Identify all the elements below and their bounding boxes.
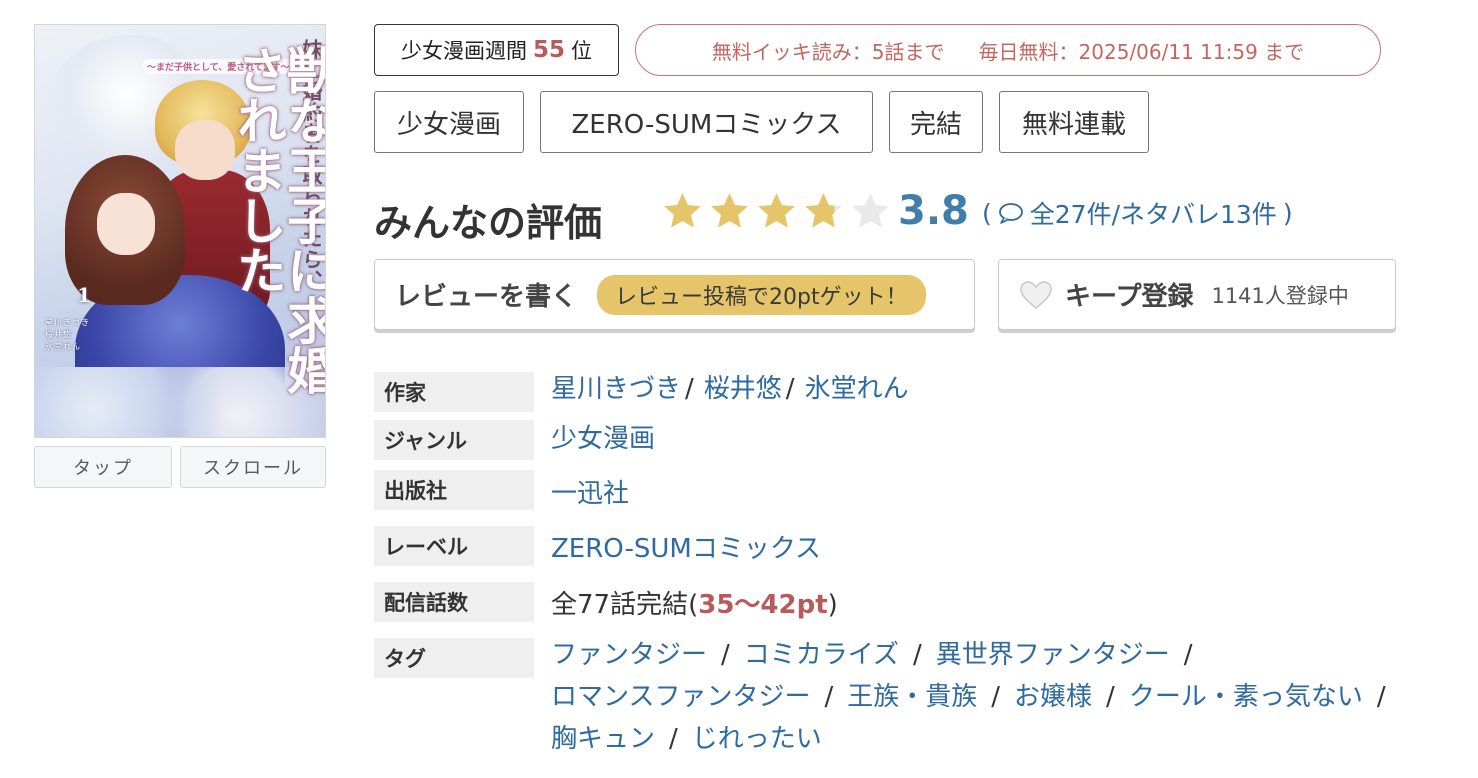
publisher-label: 出版社 xyxy=(374,470,534,510)
daily-free-text: 毎日無料：2025/06/11 11:59 まで xyxy=(978,39,1305,64)
free-reading-banner: 無料イッキ読み：5話まで 毎日無料：2025/06/11 11:59 まで xyxy=(635,24,1381,76)
tap-view-button[interactable]: タップ xyxy=(34,446,172,488)
reviews-paren-open: ( xyxy=(982,198,992,228)
tag-link[interactable]: 胸キュン xyxy=(551,724,655,754)
tag-link[interactable]: ファンタジー xyxy=(551,640,707,670)
cover-prince-face xyxy=(175,120,235,180)
tag-free-serial[interactable]: 無料連載 xyxy=(999,91,1149,153)
genre-label: ジャンル xyxy=(374,420,534,460)
keep-button[interactable]: キープ登録 1141人登録中 xyxy=(998,259,1396,330)
tag-link[interactable]: クール・素っ気ない xyxy=(1129,682,1363,712)
weekly-rank-badge[interactable]: 少女漫画週間 55 位 xyxy=(374,24,619,76)
cover-credit: 星川きづき xyxy=(45,318,90,327)
tag-separator: / xyxy=(1106,682,1115,712)
book-cover-image[interactable]: 〜まだ子供として、愛されてます〜 妹に婚約者を取られたら、 獣な王子に求婚されま… xyxy=(34,24,326,438)
write-review-button[interactable]: レビューを書く レビュー投稿で20ptゲット！ xyxy=(374,259,975,330)
tag-separator: / xyxy=(824,682,834,712)
cover-credits: 星川きづき 桜井悠 氷堂れん xyxy=(45,317,90,353)
episodes-value: 全77話完結(35〜42pt) xyxy=(551,584,838,621)
speech-bubble-icon xyxy=(998,203,1023,224)
tag-link[interactable]: お嬢様 xyxy=(1014,682,1092,712)
page: 〜まだ子供として、愛されてます〜 妹に婚約者を取られたら、 獣な王子に求婚されま… xyxy=(0,0,1478,778)
tags-row-3: 胸キュン / じれったい xyxy=(551,718,822,755)
star-icon xyxy=(758,193,795,228)
genre-link[interactable]: 少女漫画 xyxy=(551,418,655,455)
star-empty-icon xyxy=(852,193,889,228)
heart-icon xyxy=(1020,280,1052,309)
free-binge-text: 無料イッキ読み：5話まで xyxy=(711,39,945,64)
rank-prefix: 少女漫画週間 xyxy=(400,39,527,63)
episodes-points: 35〜42pt xyxy=(698,590,828,620)
reviews-count: ( 全27件/ネタバレ13件 ) xyxy=(982,195,1293,231)
keep-label: キープ登録 xyxy=(1065,282,1194,312)
author-link[interactable]: 氷堂れん xyxy=(805,374,909,404)
author-separator: / xyxy=(785,374,795,404)
tag-separator: / xyxy=(721,640,730,670)
author-separator: / xyxy=(685,374,694,404)
tag-link[interactable]: 王族・貴族 xyxy=(847,682,977,712)
cover-title-big: 獣な王子に求婚されました xyxy=(229,45,326,395)
author-label: 作家 xyxy=(374,372,534,412)
tag-separator: / xyxy=(1183,640,1193,670)
tag-separator: / xyxy=(669,724,678,754)
tag-link[interactable]: 異世界ファンタジー xyxy=(936,640,1170,670)
keep-count: 1141人登録中 xyxy=(1211,283,1349,308)
label-label: レーベル xyxy=(374,526,534,566)
star-icon xyxy=(664,193,701,228)
cover-girl-face xyxy=(97,193,155,255)
star-icon xyxy=(805,193,842,228)
reviews-link[interactable]: 全27件/ネタバレ13件 xyxy=(1030,195,1277,231)
star-rating xyxy=(660,189,893,234)
rank-suffix: 位 xyxy=(571,39,592,63)
publisher-link[interactable]: 一迅社 xyxy=(551,473,629,510)
episodes-label: 配信話数 xyxy=(374,582,534,622)
episodes-suffix: ) xyxy=(827,590,838,620)
tag-shojo[interactable]: 少女漫画 xyxy=(374,91,524,153)
rank-number: 55 xyxy=(532,37,565,63)
scroll-view-button[interactable]: スクロール xyxy=(180,446,326,488)
cover-volume: 1 xyxy=(77,283,91,307)
reviews-paren-close: ) xyxy=(1282,198,1293,228)
episodes-count: 全77話完結( xyxy=(551,590,699,620)
author-link[interactable]: 桜井悠 xyxy=(704,374,782,404)
rating-score: 3.8 xyxy=(898,188,969,234)
tag-separator: / xyxy=(991,682,1001,712)
author-link[interactable]: 星川きづき xyxy=(551,374,681,404)
tag-separator: / xyxy=(913,640,922,670)
tag-link[interactable]: じれったい xyxy=(692,724,822,754)
cover-credit: 桜井悠 xyxy=(45,330,72,339)
label-link[interactable]: ZERO-SUMコミックス xyxy=(551,528,821,565)
rating-title: みんなの評価 xyxy=(374,201,603,245)
tags-row-2: ロマンスファンタジー / 王族・貴族 / お嬢様 / クール・素っ気ない / xyxy=(551,676,1400,713)
tags-row-1: ファンタジー / コミカライズ / 異世界ファンタジー / xyxy=(551,634,1207,671)
tag-link[interactable]: コミカライズ xyxy=(744,640,899,670)
tags-label: タグ xyxy=(374,638,534,678)
star-icon xyxy=(711,193,748,228)
cover-credit: 氷堂れん xyxy=(45,342,81,351)
author-values: 星川きづき / 桜井悠 / 氷堂れん xyxy=(551,368,909,405)
tag-zero-sum[interactable]: ZERO-SUMコミックス xyxy=(540,91,873,153)
write-review-label: レビューを書く xyxy=(395,282,578,312)
tag-completed[interactable]: 完結 xyxy=(889,91,983,153)
tag-link[interactable]: ロマンスファンタジー xyxy=(551,682,810,712)
review-points-pill: レビュー投稿で20ptゲット！ xyxy=(597,274,926,315)
tag-separator: / xyxy=(1376,682,1386,712)
